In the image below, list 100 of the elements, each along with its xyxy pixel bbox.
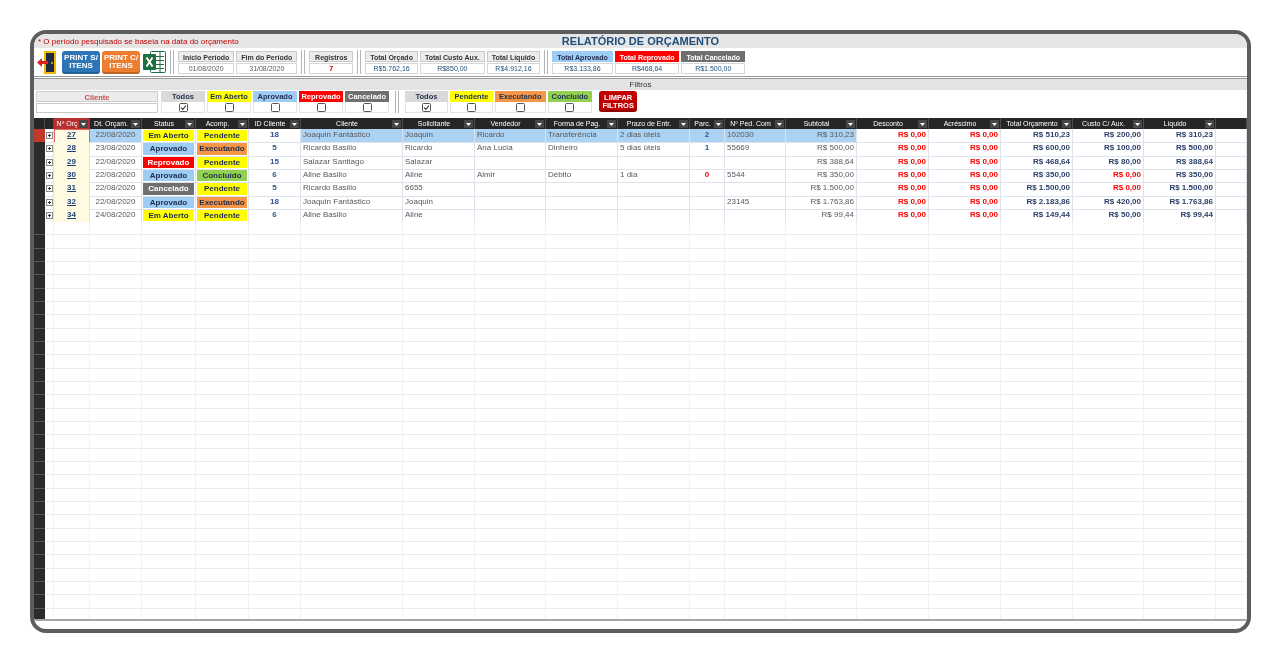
exit-door-icon[interactable] <box>37 50 57 74</box>
amount-cell: R$ 600,00 <box>1001 142 1073 157</box>
order-link[interactable]: 31 <box>54 182 90 197</box>
expand-icon[interactable] <box>45 158 53 166</box>
table-cell: 102030 <box>725 129 786 144</box>
client-id-cell: 18 <box>249 195 301 210</box>
filter-dropdown-icon[interactable] <box>714 119 723 128</box>
empty-cell <box>690 155 725 170</box>
amount-cell: R$ 0,00 <box>1073 182 1144 197</box>
amount-cell: R$ 0,00 <box>857 155 929 170</box>
filter-dropdown-icon[interactable] <box>79 119 88 128</box>
empty-cell <box>1216 142 1247 157</box>
filter-dropdown-icon[interactable] <box>846 119 855 128</box>
status-badge: Reprovado <box>143 156 194 168</box>
expand-icon[interactable] <box>45 185 53 193</box>
amount-cell: R$ 420,00 <box>1073 195 1144 210</box>
table-cell: Almir <box>475 169 546 184</box>
expand-icon[interactable] <box>45 172 53 180</box>
empty-cell <box>618 155 690 170</box>
expand-icon[interactable] <box>45 198 53 206</box>
table-cell: 2 dias úteis <box>618 129 690 144</box>
order-link[interactable]: 28 <box>54 142 90 157</box>
amount-cell: R$ 100,00 <box>1073 142 1144 157</box>
checkbox[interactable] <box>422 102 431 112</box>
amount-cell: R$ 350,00 <box>1144 169 1216 184</box>
table-cell: 55669 <box>725 142 786 157</box>
amount-cell: R$ 500,00 <box>1144 142 1216 157</box>
filter-dropdown-icon[interactable] <box>1133 119 1142 128</box>
checkbox[interactable] <box>515 102 525 112</box>
table-cell: Joaquin Fantástico <box>301 129 403 144</box>
filter-dropdown-icon[interactable] <box>392 119 401 128</box>
amount-cell: R$ 388,64 <box>786 155 857 170</box>
empty-cell <box>1216 129 1247 144</box>
amount-cell: R$ 310,23 <box>786 129 857 144</box>
filter-dropdown-icon[interactable] <box>131 119 140 128</box>
table-cell: Ricardo Basilio <box>301 142 403 157</box>
table-cell: 5 dias úteis <box>618 142 690 157</box>
amount-cell: R$ 80,00 <box>1073 155 1144 170</box>
filter-dropdown-icon[interactable] <box>1062 119 1071 128</box>
status-badge: Em Aberto <box>143 130 194 142</box>
filter-dropdown-icon[interactable] <box>185 119 194 128</box>
client-id-cell: 15 <box>249 155 301 170</box>
date-cell: 22/08/2020 <box>90 195 142 210</box>
amount-cell: R$ 350,00 <box>1001 169 1073 184</box>
checkbox[interactable] <box>565 102 575 112</box>
status-badge: Executando <box>197 196 247 208</box>
amount-cell: R$ 1.763,86 <box>1144 195 1216 210</box>
empty-cell <box>618 182 690 197</box>
checkbox[interactable] <box>316 102 326 112</box>
checkbox[interactable] <box>224 102 234 112</box>
client-filter-input[interactable] <box>36 103 158 113</box>
checkbox[interactable] <box>467 102 476 112</box>
status-badge: Pendente <box>197 183 247 195</box>
empty-cell <box>546 155 618 170</box>
empty-cell <box>475 155 546 170</box>
amount-cell: R$ 200,00 <box>1073 129 1144 144</box>
amount-cell: R$ 0,00 <box>929 142 1001 157</box>
table-cell: Ricardo Basilio <box>301 182 403 197</box>
expand-icon[interactable] <box>45 132 53 140</box>
spreadsheet-icon[interactable] <box>143 51 166 73</box>
order-link[interactable]: 27 <box>54 129 90 144</box>
amount-cell: R$ 1.500,00 <box>1144 182 1216 197</box>
table-cell: Débito <box>546 169 618 184</box>
amount-cell: R$ 1.763,86 <box>786 195 857 210</box>
filter-dropdown-icon[interactable] <box>290 119 299 128</box>
status-badge: Aprovado <box>143 196 194 208</box>
table-cell: Salazar <box>403 155 475 170</box>
amount-cell: R$ 510,23 <box>1001 129 1073 144</box>
client-id-cell: 6 <box>249 169 301 184</box>
status-badge: Executando <box>197 143 247 155</box>
installments-cell: 2 <box>690 129 725 144</box>
checkbox[interactable] <box>362 102 372 112</box>
filter-dropdown-icon[interactable] <box>464 119 473 128</box>
filter-dropdown-icon[interactable] <box>238 119 247 128</box>
filter-dropdown-icon[interactable] <box>535 119 544 128</box>
filter-dropdown-icon[interactable] <box>918 119 927 128</box>
amount-cell: R$ 468,64 <box>1001 155 1073 170</box>
status-badge: Aprovado <box>143 143 194 155</box>
filter-dropdown-icon[interactable] <box>607 119 616 128</box>
filter-dropdown-icon[interactable] <box>990 119 999 128</box>
filter-dropdown-icon[interactable] <box>679 119 688 128</box>
amount-cell: R$ 388,64 <box>1144 155 1216 170</box>
amount-cell: R$ 0,00 <box>929 195 1001 210</box>
print-button[interactable]: PRINT S/ ITENS <box>62 50 100 74</box>
table-cell: 1 dia <box>618 169 690 184</box>
filter-dropdown-icon[interactable] <box>775 119 784 128</box>
checkbox[interactable] <box>178 102 188 112</box>
expand-icon[interactable] <box>45 212 53 220</box>
expand-icon[interactable] <box>45 145 53 153</box>
empty-cell <box>546 182 618 197</box>
table-cell: Aline Basilio <box>301 169 403 184</box>
checkbox[interactable] <box>270 102 280 112</box>
table-cell: 6655 <box>403 182 475 197</box>
empty-cell <box>725 155 786 170</box>
client-id-cell: 5 <box>249 142 301 157</box>
filter-dropdown-icon[interactable] <box>1205 119 1214 128</box>
amount-cell: R$ 0,00 <box>857 195 929 210</box>
amount-cell: R$ 0,00 <box>1073 169 1144 184</box>
date-cell: 23/08/2020 <box>90 142 142 157</box>
amount-cell: R$ 0,00 <box>929 129 1001 144</box>
